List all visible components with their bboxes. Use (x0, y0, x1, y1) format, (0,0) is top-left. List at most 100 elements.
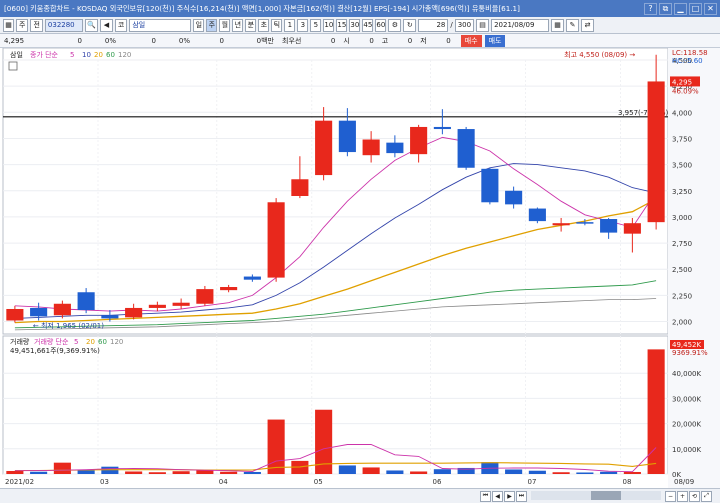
expand-icon[interactable]: ⤢ (701, 490, 712, 502)
volume-bar (576, 472, 594, 474)
close-icon[interactable]: ✕ (704, 2, 717, 15)
candle-body (457, 129, 475, 168)
candle-body (386, 142, 404, 154)
high-label: 고 (381, 36, 389, 45)
search-icon[interactable]: 🔍 (84, 18, 98, 32)
candle-body (267, 202, 285, 278)
volume-bar (505, 469, 523, 474)
minute-1-button[interactable]: 1 (284, 18, 296, 32)
period-month-button[interactable]: 월 (219, 18, 231, 32)
refresh-icon[interactable]: ↻ (403, 18, 417, 32)
scroll-prev-icon[interactable]: ◀ (492, 490, 503, 502)
candle-body (481, 168, 499, 203)
volume-bar (410, 471, 428, 474)
volume-marker-label: 49,452K (672, 341, 701, 349)
volume-legend-item: 거래량 단순 (34, 337, 69, 346)
candle-body (125, 307, 143, 318)
minute-5-button[interactable]: 5 (310, 18, 322, 32)
display-count-input[interactable]: 28 (418, 18, 449, 32)
link-icon[interactable]: ⇄ (581, 18, 595, 32)
period-year-button[interactable]: 년 (232, 18, 244, 32)
candle-body (315, 120, 333, 176)
maximize-icon[interactable]: □ (689, 2, 702, 15)
x-tick-label: 04 (219, 478, 228, 486)
minute-45-button[interactable]: 45 (362, 18, 374, 32)
scroll-track[interactable] (531, 490, 661, 500)
minute-30-button[interactable]: 30 (349, 18, 361, 32)
candle-body (243, 276, 261, 280)
price-tick-label: 3,250 (672, 188, 692, 196)
price-legend-item: 종가 단순 (30, 50, 59, 59)
help-icon[interactable]: ? (644, 2, 657, 15)
pin-icon[interactable]: ✎ (566, 18, 580, 32)
x-tick-label: 06 (433, 478, 442, 486)
period-select[interactable]: 전 (30, 18, 43, 32)
grid-icon[interactable]: ▦ (551, 18, 565, 32)
count-separator: / (450, 21, 453, 29)
scroll-first-icon[interactable]: ⏮ (480, 490, 491, 502)
zoom-in-icon[interactable]: + (677, 490, 688, 502)
minute-15-button[interactable]: 15 (336, 18, 348, 32)
candle-body (410, 126, 428, 155)
minute-10-button[interactable]: 10 (323, 18, 335, 32)
chart-area[interactable]: 4,500 4,250 4,000 3,750 3,500 3,250 3,000 2,750… (0, 47, 720, 488)
date-input[interactable]: 2021/08/09 (491, 18, 550, 32)
price-legend-item: 10 (82, 51, 91, 59)
restore-icon[interactable]: ⧉ (659, 2, 672, 15)
x-tick-label: 07 (528, 478, 537, 486)
reset-view-icon[interactable]: ⟲ (689, 490, 700, 502)
period-week-button[interactable]: 주 (206, 18, 218, 32)
buy-button[interactable]: 매수 (460, 34, 482, 47)
price-tick-label: 2,250 (672, 292, 692, 300)
candle-body (6, 308, 24, 321)
candle-body (101, 315, 119, 319)
x-tick-label: 05 (314, 478, 323, 486)
period-minute-button[interactable]: 분 (245, 18, 257, 32)
price-tick-label: 3,000 (672, 214, 692, 222)
candle-body (505, 190, 523, 205)
minimize-icon[interactable]: ▁ (674, 2, 687, 15)
volume-bar (148, 472, 166, 474)
market-select[interactable]: 주 (16, 18, 29, 32)
candle-body (77, 292, 95, 311)
period-tick-button[interactable]: 틱 (271, 18, 283, 32)
period-day-button[interactable]: 일 (193, 18, 205, 32)
settings-icon[interactable]: ⚙ (388, 18, 402, 32)
minute-60-button[interactable]: 60 (375, 18, 387, 32)
x-tick-label: 08 (623, 478, 632, 486)
sell-button[interactable]: 매도 (484, 34, 506, 47)
volume-bar (77, 470, 95, 474)
price-panel-title: 삼일 (10, 50, 23, 59)
zoom-out-icon[interactable]: − (665, 490, 676, 502)
volume-bar (362, 467, 380, 474)
stock-name-field[interactable]: 삼일 (129, 18, 192, 32)
price-marker-pct: 46.09% (672, 87, 699, 95)
change-value: 0 (77, 36, 82, 45)
volume-bar (600, 471, 618, 474)
volume-tick-label: 30,000K (672, 395, 701, 403)
arrow-left-icon[interactable]: ◀ (99, 18, 113, 32)
annotation-low-label: ← 최저 1,965 (02/01) (33, 321, 104, 330)
open-value: 0 (369, 36, 374, 45)
play-icon[interactable]: ▶ (504, 490, 515, 502)
stock-chart[interactable]: 4,5004,2504,0003,7503,5003,2503,0002,750… (0, 47, 720, 488)
price-tick-label: 3,500 (672, 162, 692, 170)
candle-body (53, 303, 71, 316)
volume-bar (386, 470, 404, 474)
window-titlebar: [0600] 키움종합차트 - KOSDAQ 외국인보유[120(천)] 주식수… (0, 0, 720, 17)
scroll-thumb[interactable] (591, 490, 621, 500)
open-label: 시 (343, 36, 350, 45)
scroll-last-icon[interactable]: ⏭ (516, 490, 527, 502)
volume-bar (243, 471, 261, 474)
minute-3-button[interactable]: 3 (297, 18, 309, 32)
stock-code-input[interactable]: 032280 (44, 18, 83, 32)
price-legend-item: 60 (106, 51, 115, 59)
x-tick-label: 08/09 (674, 478, 694, 486)
calendar-icon[interactable]: ▤ (476, 18, 490, 32)
period-second-button[interactable]: 초 (258, 18, 270, 32)
change-pct: 0% (104, 36, 116, 45)
chart-type-icon[interactable]: ▦ (3, 18, 14, 32)
candle-body (291, 179, 309, 196)
volume-bar (528, 470, 546, 474)
volume-bar (53, 462, 71, 474)
